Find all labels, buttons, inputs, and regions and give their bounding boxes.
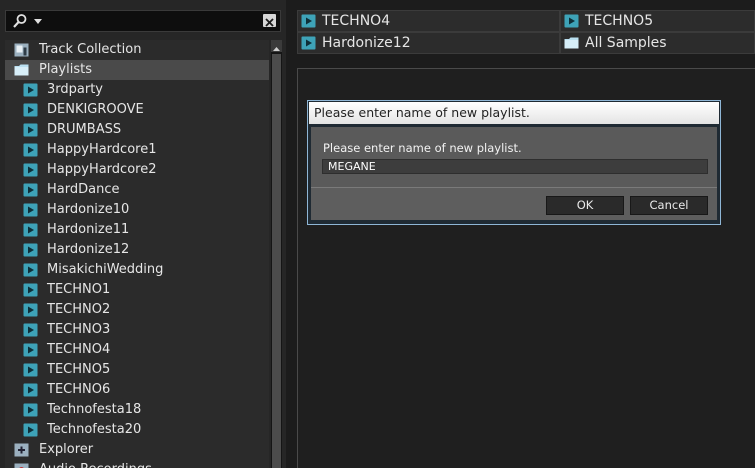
tree-item-label: TECHNO1 [47, 282, 111, 297]
favorite-label: Hardonize12 [322, 35, 411, 51]
tree-item-label: TECHNO5 [47, 362, 111, 377]
dialog-body: Please enter name of new playlist. OK Ca… [311, 127, 717, 220]
tree-item-explorer[interactable]: Explorer [5, 440, 269, 460]
favorite-hardonize12[interactable]: Hardonize12 [297, 32, 560, 54]
cancel-button[interactable]: Cancel [630, 196, 708, 215]
tree-item-label: 3rdparty [47, 82, 103, 97]
tree-item-label: HappyHardcore2 [47, 162, 157, 177]
dialog-divider [311, 187, 717, 188]
tree-item-techno6[interactable]: TECHNO6 [5, 380, 269, 400]
playlist-icon [564, 14, 579, 28]
tree-item-hardonize12[interactable]: Hardonize12 [5, 240, 269, 260]
tree-item-technofesta18[interactable]: Technofesta18 [5, 400, 269, 420]
tree-item-label: DRUMBASS [47, 122, 122, 137]
tree-item-label: TECHNO3 [47, 322, 111, 337]
playlist-icon [23, 223, 38, 237]
tree-item-hardonize10[interactable]: Hardonize10 [5, 200, 269, 220]
playlist-icon [23, 363, 38, 377]
playlist-icon [23, 183, 38, 197]
tree-item-label: TECHNO4 [47, 342, 111, 357]
recordings-icon [14, 463, 29, 468]
close-icon[interactable] [263, 14, 276, 27]
favorite-label: TECHNO4 [322, 13, 391, 29]
tree-item-label: Playlists [39, 62, 92, 77]
tree-item-label: HappyHardcore1 [47, 142, 157, 157]
ok-button[interactable]: OK [546, 196, 624, 215]
tree-item-3rdparty[interactable]: 3rdparty [5, 80, 269, 100]
tree-item-label: DENKIGROOVE [47, 102, 144, 117]
playlist-icon [23, 143, 38, 157]
search-bar [5, 10, 281, 32]
favorite-techno4[interactable]: TECHNO4 [297, 10, 560, 32]
folder-icon [14, 64, 29, 76]
explorer-icon [14, 443, 29, 457]
tree-item-label: Technofesta20 [47, 422, 142, 437]
tree-item-happyhardcore1[interactable]: HappyHardcore1 [5, 140, 269, 160]
tree-item-techno2[interactable]: TECHNO2 [5, 300, 269, 320]
tree-item-technofesta20[interactable]: Technofesta20 [5, 420, 269, 440]
tree-item-happyhardcore2[interactable]: HappyHardcore2 [5, 160, 269, 180]
tree-item-techno3[interactable]: TECHNO3 [5, 320, 269, 340]
tree-item-track-collection[interactable]: Track Collection [5, 40, 269, 60]
playlist-icon [23, 403, 38, 417]
scroll-thumb[interactable] [272, 54, 281, 468]
browser-tree: Track Collection Playlists 3rdparty DENK… [5, 40, 269, 468]
tree-item-label: MisakichiWedding [47, 262, 164, 277]
chevron-down-icon[interactable] [31, 14, 45, 28]
folder-icon [564, 37, 579, 49]
search-input[interactable] [50, 13, 260, 29]
tree-item-label: TECHNO2 [47, 302, 111, 317]
playlist-icon [23, 303, 38, 317]
tree-item-label: Audio Recordings [39, 460, 152, 468]
tree-item-label: Technofesta18 [47, 402, 142, 417]
new-playlist-dialog: Please enter name of new playlist. Pleas… [307, 100, 721, 225]
tree-item-techno1[interactable]: TECHNO1 [5, 280, 269, 300]
tree-item-label: Hardonize12 [47, 242, 130, 257]
playlist-icon [23, 343, 38, 357]
tree-item-hardonize11[interactable]: Hardonize11 [5, 220, 269, 240]
tree-item-label: Track Collection [39, 42, 142, 57]
tree-item-label: Explorer [39, 442, 94, 457]
favorite-techno5[interactable]: TECHNO5 [560, 10, 755, 32]
browser-tree-panel: Track Collection Playlists 3rdparty DENK… [0, 0, 286, 468]
tree-scrollbar[interactable] [271, 40, 282, 468]
tree-item-label: HardDance [47, 182, 120, 197]
tree-item-techno5[interactable]: TECHNO5 [5, 360, 269, 380]
search-icon[interactable] [12, 13, 28, 29]
playlist-icon [23, 263, 38, 277]
tree-item-denkigroove[interactable]: DENKIGROOVE [5, 100, 269, 120]
tree-item-label: Hardonize10 [47, 202, 130, 217]
track-collection-icon [14, 43, 29, 57]
favorite-all-samples[interactable]: All Samples [560, 32, 755, 54]
playlist-icon [301, 14, 316, 28]
dialog-message: Please enter name of new playlist. [323, 141, 522, 155]
playlist-icon [23, 383, 38, 397]
favorites-grid: TECHNO4 TECHNO5 Hardonize12 All Samples [297, 10, 755, 54]
favorite-label: TECHNO5 [585, 13, 654, 29]
playlist-icon [23, 123, 38, 137]
dialog-input-section: Please enter name of new playlist. [311, 127, 717, 187]
tree-item-drumbass[interactable]: DRUMBASS [5, 120, 269, 140]
playlist-icon [23, 203, 38, 217]
tree-item-label: Hardonize11 [47, 222, 130, 237]
tree-item-misakichiwedding[interactable]: MisakichiWedding [5, 260, 269, 280]
playlist-icon [23, 243, 38, 257]
playlist-icon [23, 83, 38, 97]
playlist-icon [301, 36, 316, 50]
tree-item-audio-recordings[interactable]: Audio Recordings [5, 460, 269, 468]
playlist-icon [23, 163, 38, 177]
playlist-name-input[interactable] [322, 159, 708, 174]
playlist-icon [23, 323, 38, 337]
tree-item-techno4[interactable]: TECHNO4 [5, 340, 269, 360]
playlist-icon [23, 283, 38, 297]
tree-item-playlists[interactable]: Playlists [5, 60, 269, 80]
tree-item-harddance[interactable]: HardDance [5, 180, 269, 200]
favorite-label: All Samples [585, 35, 667, 51]
playlist-icon [23, 103, 38, 117]
dialog-title: Please enter name of new playlist. [309, 102, 719, 124]
scroll-up-button[interactable] [271, 40, 282, 52]
tree-item-label: TECHNO6 [47, 382, 111, 397]
playlist-icon [23, 423, 38, 437]
